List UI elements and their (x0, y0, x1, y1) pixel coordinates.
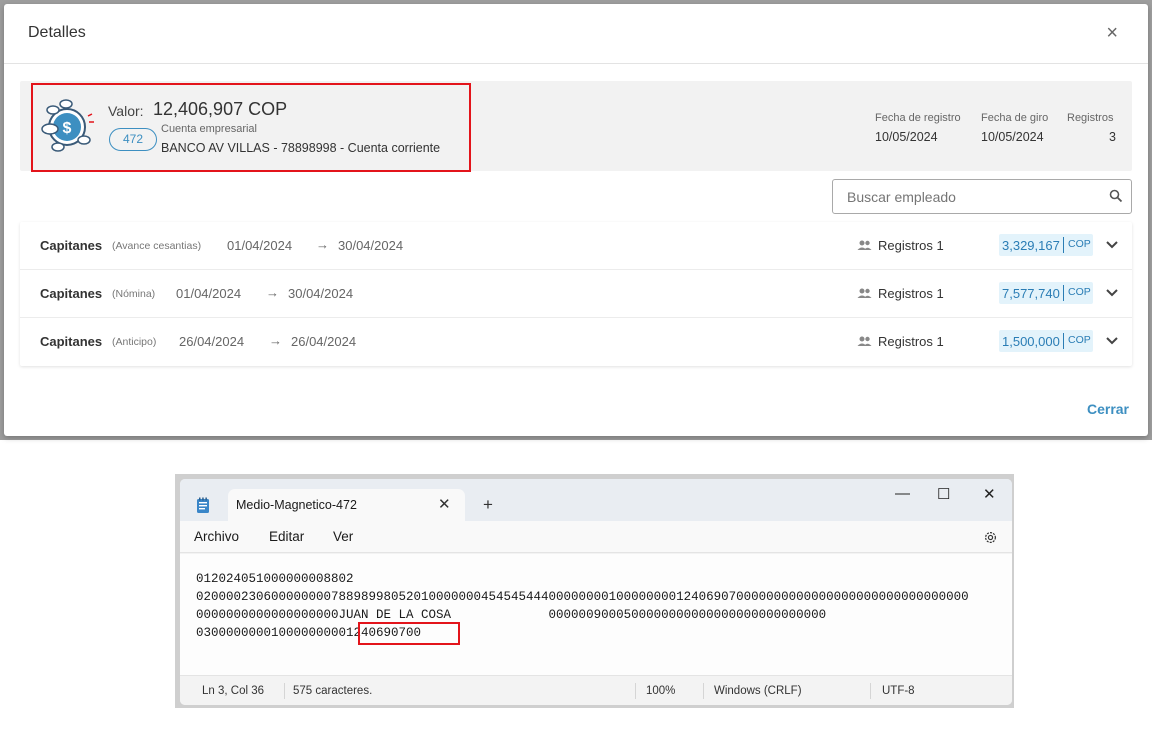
amount-currency: COP (1068, 286, 1091, 298)
registros-count: Registros 1 (878, 286, 944, 301)
account-description: BANCO AV VILLAS - 78898998 - Cuenta corr… (161, 141, 441, 155)
fecha-registro-value: 10/05/2024 (875, 130, 938, 144)
notepad-menubar: Archivo Editar Ver (180, 521, 1012, 553)
period-end: 30/04/2024 (338, 238, 404, 253)
svg-text:$: $ (63, 120, 72, 137)
menu-archivo[interactable]: Archivo (194, 529, 239, 544)
new-tab-icon[interactable]: + (483, 495, 493, 515)
text-line: 012024051000000008802 (196, 572, 354, 586)
notepad-app-icon (197, 497, 209, 513)
minimize-icon[interactable]: — (895, 485, 910, 502)
registros-label: Registros (1067, 112, 1114, 124)
arrow-right-icon: → (266, 285, 279, 300)
people-icon (857, 240, 872, 250)
arrow-right-icon: → (269, 333, 282, 348)
encoding[interactable]: UTF-8 (882, 685, 915, 697)
period-start: 01/04/2024 (227, 238, 293, 253)
details-modal: Detalles × $ Valor: 12,406,907 COP 472 C… (4, 4, 1148, 436)
fecha-giro-label: Fecha de giro (981, 112, 1049, 124)
char-count: 575 caracteres. (293, 685, 373, 697)
cerrar-button[interactable]: Cerrar (1087, 401, 1129, 417)
notepad-window: Medio-Magnetico-472 ✕ + — ☐ ✕ Archivo Ed… (179, 478, 1013, 706)
registros-count: Registros 1 (878, 334, 944, 349)
payment-type: (Nómina) (112, 288, 156, 300)
fecha-registro-label: Fecha de registro (875, 112, 961, 124)
amount-badge: 3,329,167 COP (999, 234, 1093, 256)
close-icon[interactable]: × (1106, 22, 1118, 45)
amount-value: 3,329,167 (1002, 238, 1060, 253)
text-line: 0200002306000000007889899805201000000045… (196, 590, 969, 604)
money-coin-icon: $ (41, 99, 94, 152)
period-start: 26/04/2024 (179, 334, 245, 349)
status-divider (635, 683, 636, 699)
payroll-list: Capitanes (Avance cesantias) 01/04/2024 … (20, 222, 1132, 366)
close-window-icon[interactable]: ✕ (983, 485, 996, 503)
amount-value: 7,577,740 (1002, 286, 1060, 301)
valor-amount: 12,406,907 COP (153, 99, 288, 119)
amount-currency: COP (1068, 334, 1091, 346)
amount-divider (1063, 237, 1064, 253)
payment-type: (Avance cesantias) (112, 240, 202, 252)
list-item[interactable]: Capitanes (Anticipo) 26/04/2024 → 26/04/… (20, 318, 1132, 366)
chevron-down-icon[interactable] (1106, 241, 1118, 249)
amount-divider (1063, 333, 1064, 349)
fecha-giro-value: 10/05/2024 (981, 130, 1044, 144)
text-editor[interactable]: 012024051000000008802 020000230600000000… (180, 554, 1012, 675)
menu-editar[interactable]: Editar (269, 529, 304, 544)
period-end: 26/04/2024 (291, 334, 357, 349)
cursor-position: Ln 3, Col 36 (202, 685, 265, 697)
arrow-right-icon: → (316, 237, 329, 252)
screen: Detalles × $ Valor: 12,406,907 COP 472 C… (0, 0, 1152, 731)
chevron-down-icon[interactable] (1106, 337, 1118, 345)
registros-value: 3 (1109, 130, 1116, 144)
amount-badge: 7,577,740 COP (999, 282, 1093, 304)
id-badge: 472 (109, 128, 157, 151)
gear-icon[interactable] (983, 530, 998, 545)
registros-count: Registros 1 (878, 238, 944, 253)
amount-currency: COP (1068, 238, 1091, 250)
group-name: Capitanes (40, 334, 103, 349)
search-input[interactable] (847, 188, 1097, 206)
list-item[interactable]: Capitanes (Avance cesantias) 01/04/2024 … (20, 222, 1132, 270)
period-start: 01/04/2024 (176, 286, 242, 301)
notepad-titlebar[interactable]: Medio-Magnetico-472 ✕ + — ☐ ✕ (180, 479, 1012, 522)
modal-title: Detalles (28, 24, 86, 41)
chevron-down-icon[interactable] (1106, 289, 1118, 297)
maximize-icon[interactable]: ☐ (937, 485, 950, 503)
menu-ver[interactable]: Ver (333, 529, 353, 544)
tab-title: Medio-Magnetico-472 (236, 498, 357, 512)
payment-summary: $ Valor: 12,406,907 COP 472 Cuenta empre… (20, 81, 1132, 172)
tab-medio-magnetico[interactable]: Medio-Magnetico-472 ✕ (228, 489, 465, 522)
people-icon (857, 288, 872, 298)
list-item[interactable]: Capitanes (Nómina) 01/04/2024 → 30/04/20… (20, 270, 1132, 318)
modal-header: Detalles × (4, 4, 1148, 64)
zoom-level[interactable]: 100% (646, 685, 675, 697)
employee-search[interactable] (832, 179, 1132, 214)
valor-label: Valor: (108, 103, 144, 119)
amount-divider (1063, 285, 1064, 301)
amount-value: 1,500,000 (1002, 334, 1060, 349)
status-divider (870, 683, 871, 699)
amount-badge: 1,500,000 COP (999, 330, 1093, 352)
text-line: 0000000000000000000JUAN DE LA COSA 00000… (196, 608, 827, 622)
close-tab-icon[interactable]: ✕ (438, 495, 451, 513)
search-icon[interactable] (1109, 189, 1123, 203)
group-name: Capitanes (40, 238, 103, 253)
account-type: Cuenta empresarial (161, 123, 257, 135)
highlight-box (358, 622, 460, 645)
group-name: Capitanes (40, 286, 103, 301)
period-end: 30/04/2024 (288, 286, 354, 301)
status-bar: Ln 3, Col 36 575 caracteres. 100% Window… (180, 675, 1012, 705)
text-line-start: 0300000000100000000 (196, 626, 339, 640)
people-icon (857, 336, 872, 346)
status-divider (284, 683, 285, 699)
line-ending[interactable]: Windows (CRLF) (714, 685, 802, 697)
payment-type: (Anticipo) (112, 336, 157, 348)
status-divider (703, 683, 704, 699)
